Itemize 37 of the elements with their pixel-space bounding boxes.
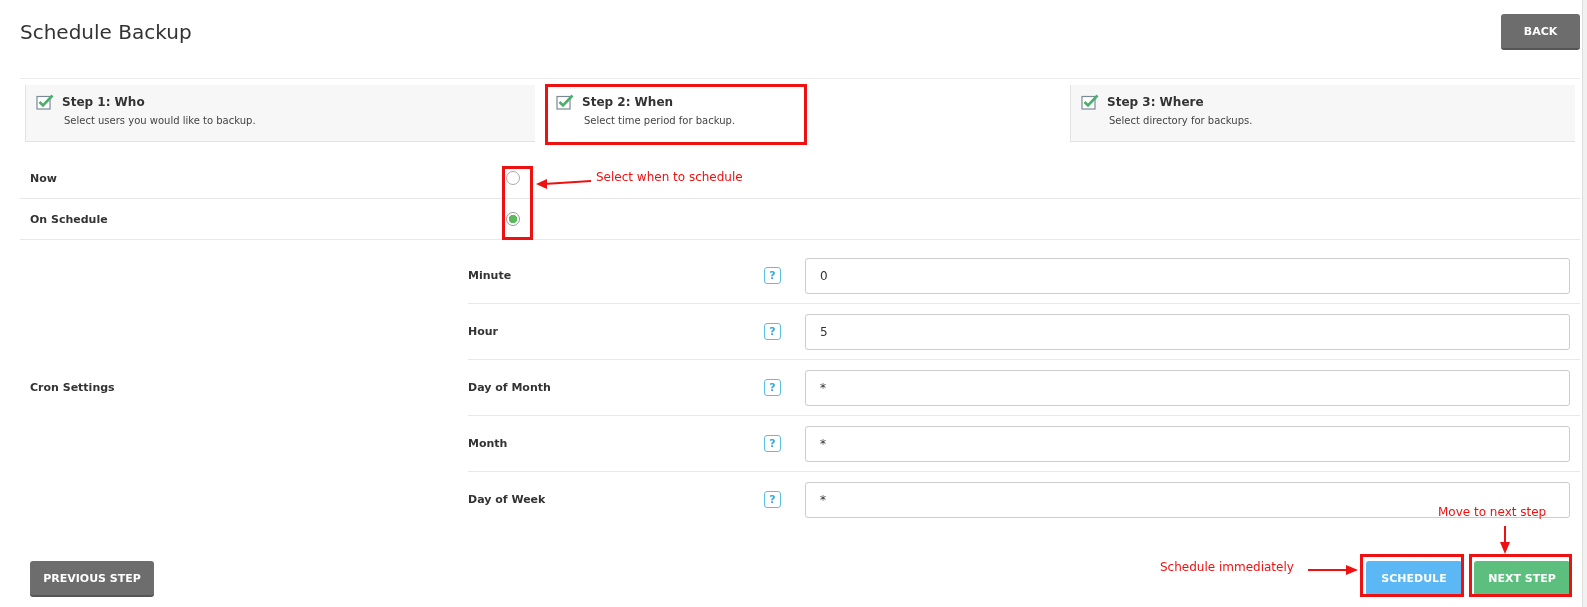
field-label: Hour bbox=[468, 325, 500, 338]
step-title: Step 2: When bbox=[582, 95, 674, 109]
scrollbar[interactable] bbox=[1582, 0, 1587, 607]
input-field[interactable]: 5 bbox=[805, 313, 1570, 350]
field-label: Minute bbox=[468, 269, 513, 282]
step-tab[interactable]: Step 1: Who Select users you would like to backup. bbox=[25, 85, 535, 142]
back-button[interactable]: BACK bbox=[1501, 14, 1580, 50]
help-icon[interactable]: ? bbox=[764, 491, 781, 508]
input-field[interactable]: * bbox=[805, 425, 1570, 462]
step-description: Select time period for backup. bbox=[583, 115, 737, 126]
step-tab[interactable]: Step 3: Where Select directory for backups. bbox=[1070, 85, 1575, 142]
annotation-arrow bbox=[1308, 563, 1358, 577]
annotation-text: Schedule immediately bbox=[1160, 560, 1294, 574]
step-description: Select directory for backups. bbox=[1108, 115, 1254, 126]
help-icon[interactable]: ? bbox=[764, 323, 781, 340]
option-label: On Schedule bbox=[30, 212, 109, 226]
input-field[interactable]: 0 bbox=[805, 257, 1570, 294]
step-title: Step 1: Who bbox=[62, 95, 145, 109]
radio-button[interactable] bbox=[506, 171, 520, 185]
input-field[interactable]: * bbox=[805, 369, 1570, 406]
annotation-text: Move to next step bbox=[1438, 505, 1547, 519]
cron-settings-label: Cron Settings bbox=[30, 381, 115, 394]
step-description: Select users you would like to backup. bbox=[63, 115, 257, 126]
annotation-arrow bbox=[1498, 526, 1512, 554]
field-label: Day of Week bbox=[468, 493, 547, 506]
help-icon[interactable]: ? bbox=[764, 435, 781, 452]
page-title: Schedule Backup bbox=[20, 20, 192, 44]
annotation-arrow bbox=[536, 176, 592, 190]
help-icon[interactable]: ? bbox=[764, 379, 781, 396]
radio-button[interactable] bbox=[506, 212, 520, 226]
step-title: Step 3: Where bbox=[1107, 95, 1204, 109]
previous-step-button[interactable]: PREVIOUS STEP bbox=[30, 561, 154, 597]
field-label: Month bbox=[468, 437, 509, 450]
option-label: Now bbox=[30, 171, 58, 185]
annotation-text: Select when to schedule bbox=[596, 170, 743, 184]
help-icon[interactable]: ? bbox=[764, 267, 781, 284]
field-label: Day of Month bbox=[468, 381, 552, 394]
